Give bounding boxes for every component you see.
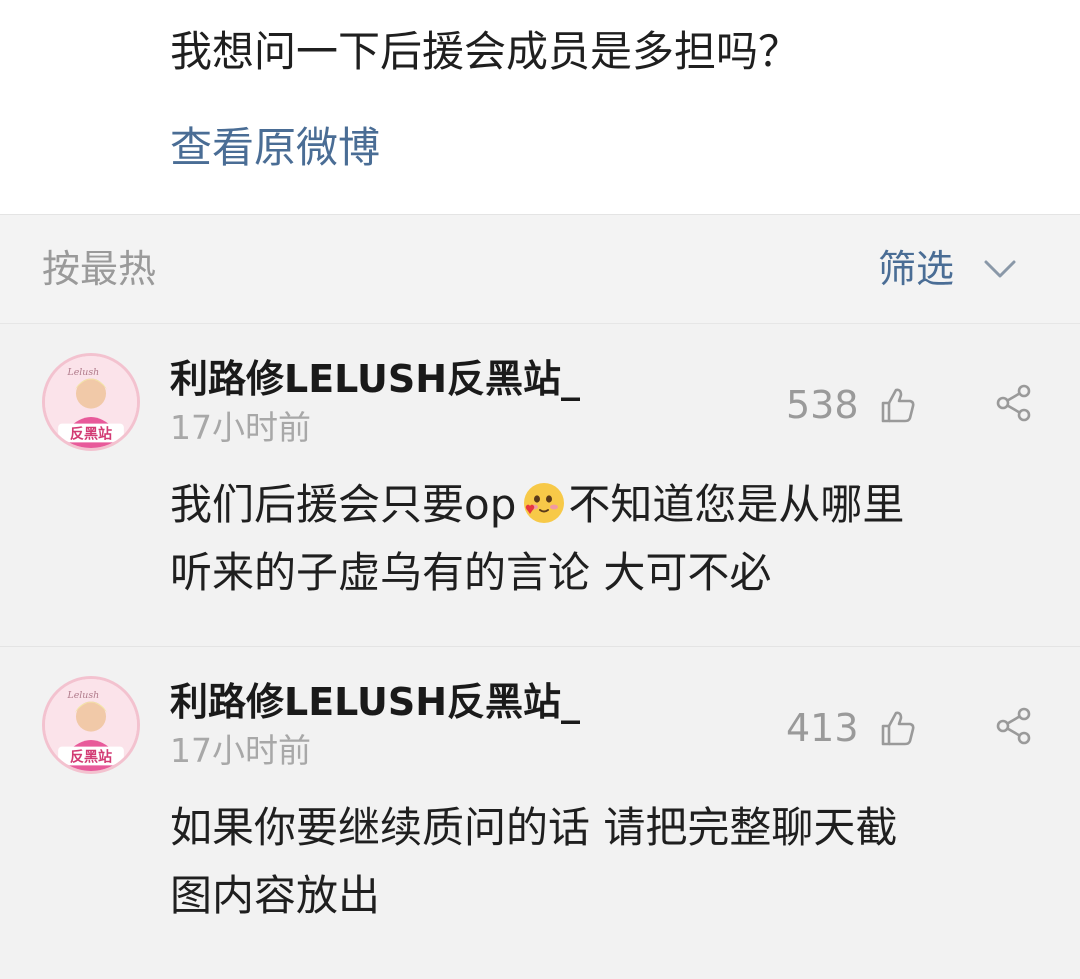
comment-line: 我们后援会只要op 不知道您是从哪里 — [170, 471, 1030, 539]
avatar-image: 反黑站 Lelush — [45, 356, 137, 448]
comment-text: 我们后援会只要op — [170, 480, 517, 529]
blush-heart-emoji-icon — [524, 483, 565, 523]
filter-label: 筛选 — [878, 247, 955, 291]
share-icon[interactable] — [994, 383, 1034, 423]
comment-time: 17小时前 — [170, 408, 311, 447]
comment-time: 17小时前 — [170, 731, 311, 770]
comment-text: 不知道您是从哪里 — [568, 480, 905, 529]
thumbs-up-icon — [881, 711, 915, 746]
filter-button[interactable]: 筛选 — [878, 239, 1018, 299]
thumbs-up-icon — [881, 388, 915, 423]
comment-line: 听来的子虚乌有的言论 大可不必 — [170, 548, 772, 597]
like-button[interactable]: 538 — [786, 377, 917, 433]
comment-item: 反黑站 Lelush 利路修LELUSH反黑站_ 17小时前 538 我们后援会… — [0, 325, 1080, 647]
comment-line: 图内容放出 — [170, 871, 381, 920]
comment-sort-bar: 按最热 筛选 — [0, 214, 1080, 324]
svg-text:反黑站: 反黑站 — [70, 426, 112, 443]
comment-username[interactable]: 利路修LELUSH反黑站_ — [170, 351, 580, 407]
post-text: 我想问一下后援会成员是多担吗？ — [170, 27, 801, 76]
original-post-section: 我想问一下后援会成员是多担吗？ 查看原微博 — [0, 0, 1080, 214]
like-count: 413 — [786, 706, 859, 750]
avatar[interactable]: 反黑站 Lelush — [42, 353, 140, 451]
avatar[interactable]: 反黑站 Lelush — [42, 676, 140, 774]
like-button[interactable]: 413 — [786, 700, 917, 756]
svg-text:Lelush: Lelush — [67, 690, 100, 701]
share-icon[interactable] — [994, 706, 1034, 746]
sort-by-hot[interactable]: 按最热 — [42, 239, 156, 299]
comment-line: 如果你要继续质问的话 请把完整聊天截 — [170, 803, 898, 852]
svg-text:Lelush: Lelush — [67, 367, 100, 378]
like-count: 538 — [786, 383, 859, 427]
avatar-image: 反黑站 Lelush — [45, 679, 137, 771]
comment-item: 反黑站 Lelush 利路修LELUSH反黑站_ 17小时前 413 如果你要继… — [0, 648, 1080, 979]
chevron-down-icon — [984, 260, 1016, 278]
view-original-link[interactable]: 查看原微博 — [170, 118, 380, 178]
comment-username[interactable]: 利路修LELUSH反黑站_ — [170, 674, 580, 730]
svg-text:反黑站: 反黑站 — [70, 749, 112, 766]
comment-body: 我们后援会只要op 不知道您是从哪里 听来的子虚乌有的言论 大可不必 — [170, 471, 1030, 607]
comment-body: 如果你要继续质问的话 请把完整聊天截 图内容放出 — [170, 794, 1030, 930]
